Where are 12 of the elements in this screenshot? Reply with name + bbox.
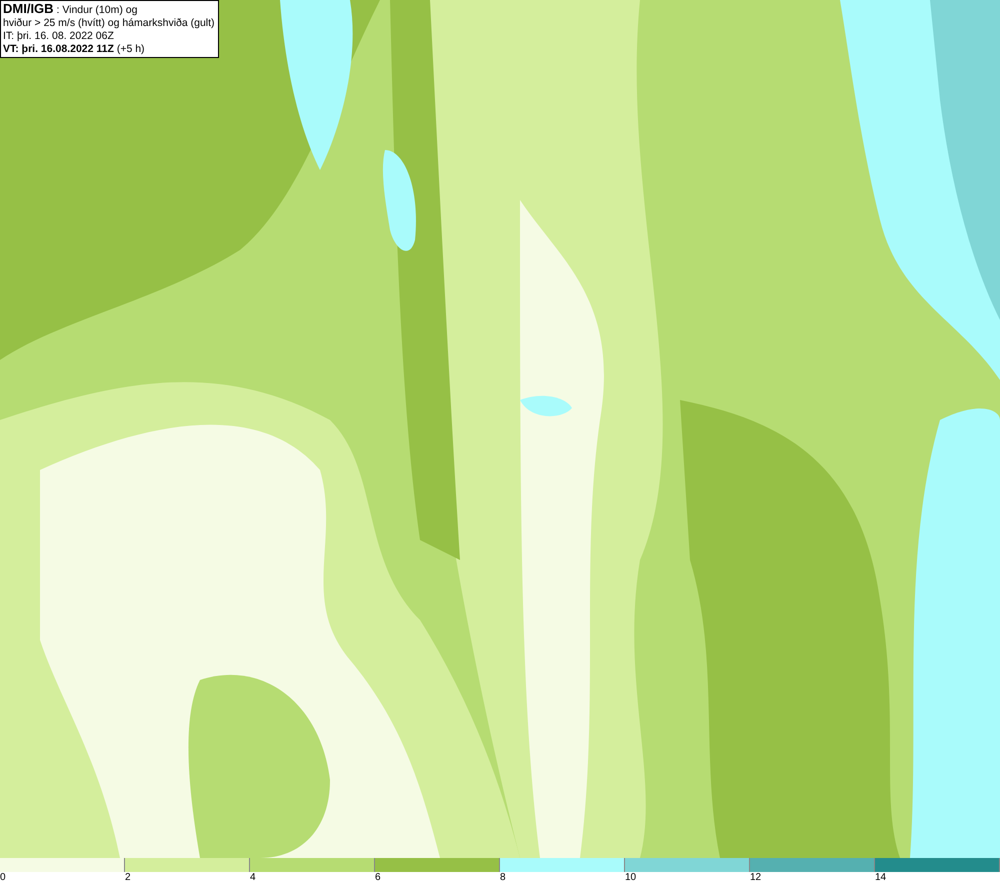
legend-tick-label: 8 <box>500 872 506 884</box>
legend-tick-label: 14 <box>875 872 886 884</box>
legend-tick-label: 0 <box>0 872 6 884</box>
title-text: hviður > 25 m/s (hvítt) og hámarkshviða (gult) <box>3 17 215 30</box>
title-text: IT: þri. 16. 08. 2022 06Z <box>3 30 115 43</box>
legend-tick-label: 12 <box>750 872 762 884</box>
title-text: VT: þri. 16.08.2022 11Z (+5 h) <box>3 43 146 56</box>
legend-tick-label: 2 <box>125 872 131 884</box>
title-text: DMI/IGB : Vindur (10m) og <box>3 2 138 17</box>
legend-tick-label: 6 <box>375 872 381 884</box>
legend-tick-label: 10 <box>625 872 636 884</box>
legend-tick-label: 4 <box>250 872 256 884</box>
